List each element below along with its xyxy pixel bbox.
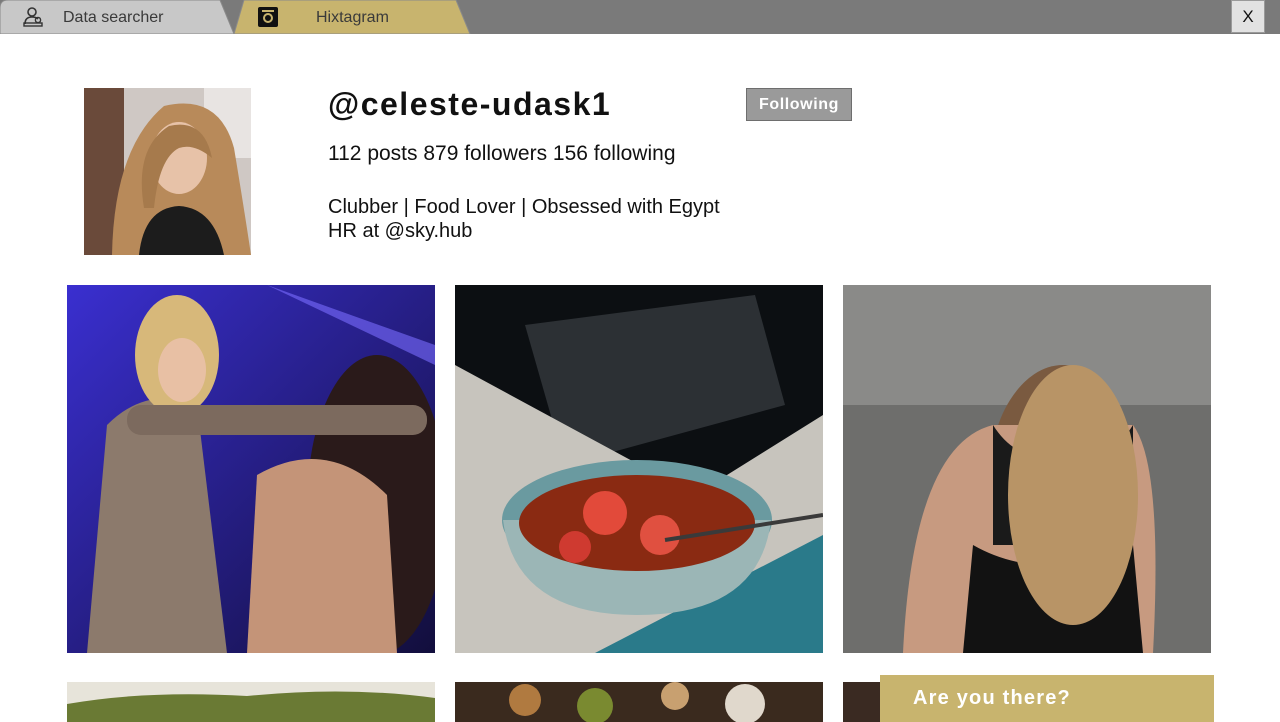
tab-bar: Data searcher Hixtagram X [0,0,1280,34]
profile-stats: 112 posts 879 followers 156 following [328,142,676,165]
tab-data-searcher[interactable]: Data searcher [0,0,236,34]
tab-label: Hixtagram [316,9,389,26]
post-photo-beach[interactable] [843,285,1211,653]
profile-username: @celeste-udask1 [328,86,612,122]
post-photo-landscape[interactable] [67,682,435,722]
bio-line: Clubber | Food Lover | Obsessed with Egy… [328,196,720,218]
post-photo-pasta[interactable] [455,682,823,722]
are-you-there-toast[interactable]: Are you there? [880,675,1214,722]
tab-label: Data searcher [63,9,164,26]
profile-bio: Clubber | Food Lover | Obsessed with Egy… [328,195,720,243]
post-photo-club[interactable] [67,285,435,653]
following-button[interactable]: Following [746,88,852,121]
avatar [84,88,251,255]
close-button[interactable]: X [1231,0,1265,33]
user-search-icon [22,6,44,33]
bio-line: HR at @sky.hub [328,220,473,242]
tab-hixtagram[interactable]: Hixtagram [234,0,474,34]
post-photo-soup[interactable] [455,285,823,653]
camera-icon [258,7,278,32]
